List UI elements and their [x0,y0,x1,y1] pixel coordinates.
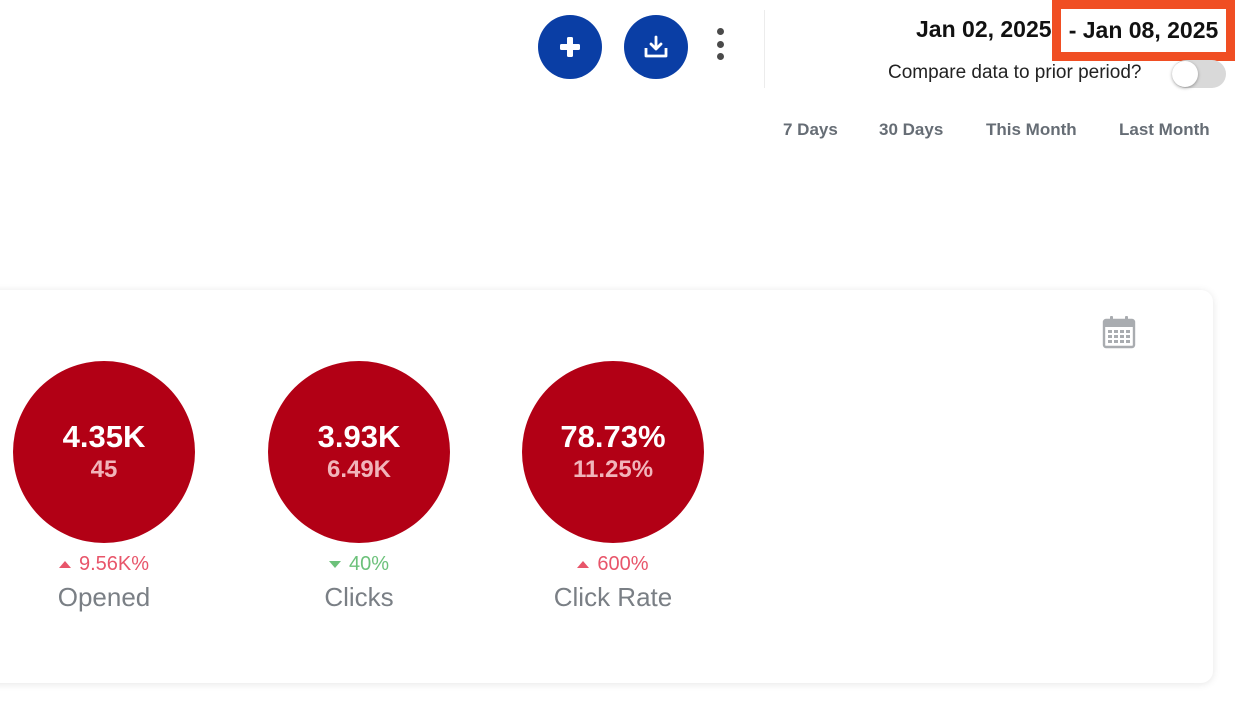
stat-opened[interactable]: 4.35K 45 9.56K% Opened [13,361,195,613]
arrow-up-icon [58,560,71,568]
compare-label: Compare data to prior period? [888,62,1142,83]
stat-change-value: 40% [348,552,390,575]
arrow-up-icon [577,560,590,568]
stat-change: 9.56K% [13,551,195,577]
download-button[interactable] [624,15,688,79]
range-last-month[interactable]: Last Month [1119,120,1210,140]
stat-change: 600% [522,551,704,577]
download-icon [644,35,668,58]
stat-previous-value: 11.25% [572,456,654,483]
stat-clicks[interactable]: 3.93K 6.49K 40% Clicks [268,361,450,613]
header-divider [764,10,765,88]
date-start[interactable]: Jan 02, 2025 [916,16,1052,43]
range-this-month[interactable]: This Month [986,120,1077,140]
add-button[interactable] [538,15,602,79]
stat-value: 78.73% [560,419,666,454]
date-end[interactable]: - Jan 08, 2025 [1061,9,1226,52]
range-7-days[interactable]: 7 Days [783,120,838,140]
stat-label: Clicks [324,582,394,612]
plus-icon [560,37,580,57]
stat-previous-value: 45 [90,456,118,483]
compare-toggle[interactable] [1172,60,1226,88]
stat-change-value: 600% [597,552,649,575]
stat-previous-value: 6.49K [326,456,392,483]
stat-value: 3.93K [317,419,401,454]
range-30-days[interactable]: 30 Days [879,120,943,140]
arrow-down-icon [328,560,341,568]
date-end-highlight[interactable]: - Jan 08, 2025 [1052,0,1235,61]
stat-click-rate[interactable]: 78.73% 11.25% 600% Click Rate [522,361,704,613]
stat-value: 4.35K [62,419,146,454]
stat-circle[interactable]: 78.73% 11.25% [522,361,704,543]
stat-circle[interactable]: 3.93K 6.49K [268,361,450,543]
stat-circle[interactable]: 4.35K 45 [13,361,195,543]
more-vertical-icon [716,28,724,35]
stat-label: Opened [57,582,151,612]
stat-change-value: 9.56K% [78,552,150,575]
more-options-button[interactable] [710,24,730,64]
toggle-knob [1172,61,1198,87]
calendar-icon[interactable] [1101,314,1137,350]
stat-label: Click Rate [553,582,673,612]
stat-change: 40% [268,551,450,577]
